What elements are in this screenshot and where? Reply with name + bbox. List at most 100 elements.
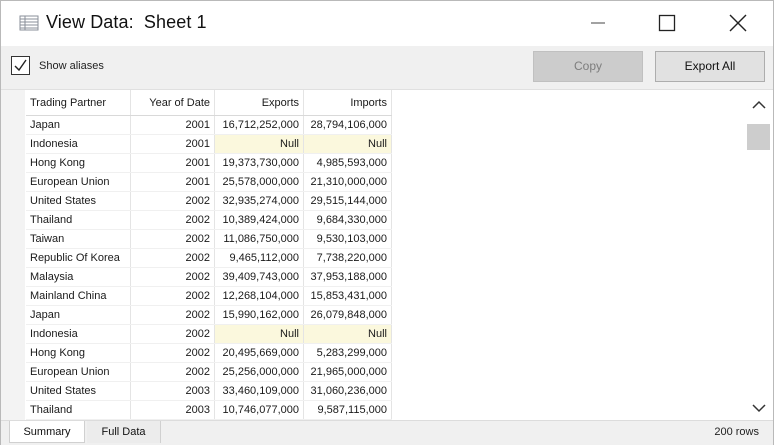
tab-full-data[interactable]: Full Data bbox=[87, 421, 161, 443]
imports-cell[interactable]: Null bbox=[303, 324, 392, 344]
trading-partner-cell[interactable]: Republic Of Korea bbox=[26, 248, 131, 268]
year-cell[interactable]: 2001 bbox=[130, 134, 215, 154]
imports-cell[interactable]: 21,310,000,000 bbox=[303, 172, 392, 192]
exports-cell[interactable]: 20,495,669,000 bbox=[214, 343, 304, 363]
table-row[interactable]: Malaysia 2002 39,409,743,000 37,953,188,000 bbox=[26, 267, 392, 287]
exports-cell[interactable]: 12,268,104,000 bbox=[214, 286, 304, 306]
exports-cell[interactable]: 25,256,000,000 bbox=[214, 362, 304, 382]
exports-cell[interactable]: 10,389,424,000 bbox=[214, 210, 304, 230]
imports-cell[interactable]: 4,985,593,000 bbox=[303, 153, 392, 173]
year-cell[interactable]: 2003 bbox=[130, 381, 215, 401]
copy-button[interactable]: Copy bbox=[533, 51, 643, 82]
trading-partner-cell[interactable]: United States bbox=[26, 381, 131, 401]
table-row[interactable]: Mainland China 2002 12,268,104,000 15,853,4… bbox=[26, 286, 392, 306]
column-header-trading-partner[interactable]: Trading Partner bbox=[26, 90, 131, 116]
table-row[interactable]: Indonesia 2001 Null Null bbox=[26, 134, 392, 154]
export-all-button[interactable]: Export All bbox=[655, 51, 765, 82]
column-header-year-of-date[interactable]: Year of Date bbox=[130, 90, 215, 116]
trading-partner-cell[interactable]: Mainland China bbox=[26, 286, 131, 306]
trading-partner-cell[interactable]: United States bbox=[26, 191, 131, 211]
year-cell[interactable]: 2001 bbox=[130, 172, 215, 192]
imports-cell[interactable]: 37,953,188,000 bbox=[303, 267, 392, 287]
year-cell[interactable]: 2001 bbox=[130, 153, 215, 173]
imports-cell[interactable]: 7,738,220,000 bbox=[303, 248, 392, 268]
trading-partner-cell[interactable]: Japan bbox=[26, 305, 131, 325]
exports-cell[interactable]: 9,465,112,000 bbox=[214, 248, 304, 268]
exports-cell[interactable]: 11,086,750,000 bbox=[214, 229, 304, 249]
column-header-imports[interactable]: Imports bbox=[303, 90, 392, 116]
trading-partner-cell[interactable]: Indonesia bbox=[26, 324, 131, 344]
year-cell[interactable]: 2003 bbox=[130, 400, 215, 420]
exports-cell[interactable]: 19,373,730,000 bbox=[214, 153, 304, 173]
table-row[interactable]: Taiwan 2002 11,086,750,000 9,530,103,000 bbox=[26, 229, 392, 249]
imports-cell[interactable]: 26,079,848,000 bbox=[303, 305, 392, 325]
year-cell[interactable]: 2002 bbox=[130, 362, 215, 382]
table-row[interactable]: Japan 2001 16,712,252,000 28,794,106,000 bbox=[26, 115, 392, 135]
imports-cell[interactable]: Null bbox=[303, 134, 392, 154]
table-row[interactable]: European Union 2002 25,256,000,000 21,965,0… bbox=[26, 362, 392, 382]
vertical-scrollbar[interactable] bbox=[747, 90, 770, 420]
chevron-down-icon[interactable] bbox=[751, 400, 767, 416]
trading-partner-cell[interactable]: European Union bbox=[26, 362, 131, 382]
trading-partner-cell[interactable]: Hong Kong bbox=[26, 153, 131, 173]
year-cell[interactable]: 2002 bbox=[130, 305, 215, 325]
show-aliases-label[interactable]: Show aliases bbox=[39, 60, 104, 72]
tab-summary[interactable]: Summary bbox=[9, 421, 85, 443]
year-cell[interactable]: 2002 bbox=[130, 343, 215, 363]
exports-cell[interactable]: 39,409,743,000 bbox=[214, 267, 304, 287]
close-button[interactable] bbox=[715, 1, 761, 46]
maximize-button[interactable] bbox=[644, 1, 690, 46]
trading-partner-cell[interactable]: Indonesia bbox=[26, 134, 131, 154]
imports-cell[interactable]: 15,853,431,000 bbox=[303, 286, 392, 306]
trading-partner-cell[interactable]: Thailand bbox=[26, 400, 131, 420]
exports-cell[interactable]: 16,712,252,000 bbox=[214, 115, 304, 135]
data-grid[interactable]: Trading Partner Year of Date Exports Imp… bbox=[1, 90, 773, 420]
imports-cell[interactable]: 28,794,106,000 bbox=[303, 115, 392, 135]
year-cell[interactable]: 2002 bbox=[130, 210, 215, 230]
table-row[interactable]: Thailand 2003 10,746,077,000 9,587,115,000 bbox=[26, 400, 392, 420]
title-bar[interactable]: View Data: Sheet 1 bbox=[1, 1, 773, 46]
trading-partner-cell[interactable]: Hong Kong bbox=[26, 343, 131, 363]
table-row[interactable]: European Union 2001 25,578,000,000 21,310,0… bbox=[26, 172, 392, 192]
table-row[interactable]: United States 2002 32,935,274,000 29,515,14… bbox=[26, 191, 392, 211]
year-cell[interactable]: 2002 bbox=[130, 191, 215, 211]
column-header-exports[interactable]: Exports bbox=[214, 90, 304, 116]
imports-cell[interactable]: 9,530,103,000 bbox=[303, 229, 392, 249]
minimize-button[interactable] bbox=[575, 1, 621, 46]
table-row[interactable]: Indonesia 2002 Null Null bbox=[26, 324, 392, 344]
data-table[interactable]: Trading Partner Year of Date Exports Imp… bbox=[26, 90, 392, 420]
exports-cell[interactable]: 33,460,109,000 bbox=[214, 381, 304, 401]
year-cell[interactable]: 2002 bbox=[130, 267, 215, 287]
scrollbar-thumb[interactable] bbox=[747, 124, 770, 150]
year-cell[interactable]: 2001 bbox=[130, 115, 215, 135]
table-row[interactable]: Hong Kong 2001 19,373,730,000 4,985,593,000 bbox=[26, 153, 392, 173]
trading-partner-cell[interactable]: European Union bbox=[26, 172, 131, 192]
trading-partner-cell[interactable]: Thailand bbox=[26, 210, 131, 230]
year-cell[interactable]: 2002 bbox=[130, 248, 215, 268]
show-aliases-checkbox[interactable] bbox=[11, 56, 30, 75]
year-cell[interactable]: 2002 bbox=[130, 286, 215, 306]
trading-partner-cell[interactable]: Japan bbox=[26, 115, 131, 135]
imports-cell[interactable]: 31,060,236,000 bbox=[303, 381, 392, 401]
imports-cell[interactable]: 21,965,000,000 bbox=[303, 362, 392, 382]
table-row[interactable]: Thailand 2002 10,389,424,000 9,684,330,000 bbox=[26, 210, 392, 230]
imports-cell[interactable]: 29,515,144,000 bbox=[303, 191, 392, 211]
exports-cell[interactable]: 10,746,077,000 bbox=[214, 400, 304, 420]
table-row[interactable]: Republic Of Korea 2002 9,465,112,000 7,738,… bbox=[26, 248, 392, 268]
table-row[interactable]: United States 2003 33,460,109,000 31,060,23… bbox=[26, 381, 392, 401]
imports-cell[interactable]: 9,684,330,000 bbox=[303, 210, 392, 230]
imports-cell[interactable]: 9,587,115,000 bbox=[303, 400, 392, 420]
table-row[interactable]: Hong Kong 2002 20,495,669,000 5,283,299,000 bbox=[26, 343, 392, 363]
exports-cell[interactable]: 32,935,274,000 bbox=[214, 191, 304, 211]
year-cell[interactable]: 2002 bbox=[130, 229, 215, 249]
table-row[interactable]: Japan 2002 15,990,162,000 26,079,848,000 bbox=[26, 305, 392, 325]
year-cell[interactable]: 2002 bbox=[130, 324, 215, 344]
exports-cell[interactable]: Null bbox=[214, 134, 304, 154]
chevron-up-icon[interactable] bbox=[751, 97, 767, 113]
trading-partner-cell[interactable]: Taiwan bbox=[26, 229, 131, 249]
imports-cell[interactable]: 5,283,299,000 bbox=[303, 343, 392, 363]
exports-cell[interactable]: Null bbox=[214, 324, 304, 344]
exports-cell[interactable]: 15,990,162,000 bbox=[214, 305, 304, 325]
trading-partner-cell[interactable]: Malaysia bbox=[26, 267, 131, 287]
exports-cell[interactable]: 25,578,000,000 bbox=[214, 172, 304, 192]
